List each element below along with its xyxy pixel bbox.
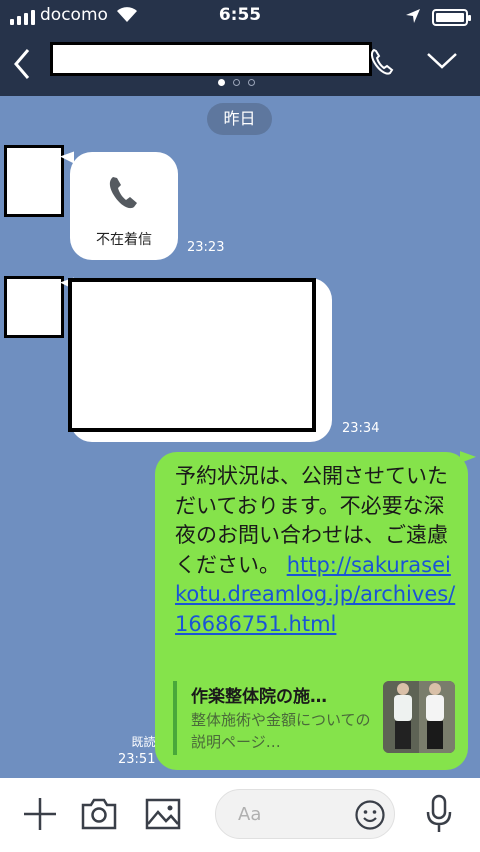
- battery-icon: [432, 9, 471, 26]
- emoji-icon[interactable]: [354, 799, 386, 831]
- missed-call-bubble[interactable]: 不在着信: [70, 152, 178, 260]
- missed-call-label: 不在着信: [96, 232, 152, 248]
- message-time: 23:34: [342, 421, 380, 436]
- link-preview-title: 作楽整体院の施…: [191, 687, 327, 707]
- date-label: 昨日: [207, 103, 272, 135]
- read-receipt: 既読 23:51: [118, 735, 156, 767]
- sent-message-bubble[interactable]: 予約状況は、公開させていただいております。不必要な深夜のお問い合わせは、ご遠慮く…: [155, 452, 468, 770]
- redacted-message: [68, 278, 316, 432]
- microphone-icon[interactable]: [424, 794, 454, 834]
- plus-icon[interactable]: [22, 796, 58, 832]
- input-bar: Aa: [0, 778, 480, 852]
- status-bar: docomo 6:55: [0, 0, 480, 34]
- avatar[interactable]: [4, 145, 64, 217]
- camera-icon[interactable]: [80, 796, 118, 832]
- back-icon[interactable]: [8, 44, 38, 84]
- page-indicator: [218, 79, 255, 86]
- phone-icon: [109, 177, 137, 209]
- link-preview-card[interactable]: 作楽整体院の施… 整体施術や金額についての説明ページ…: [173, 681, 455, 755]
- chevron-down-icon[interactable]: [425, 50, 459, 72]
- avatar[interactable]: [4, 276, 64, 338]
- image-icon[interactable]: [144, 796, 182, 832]
- link-preview-thumbnail: [383, 681, 455, 753]
- contact-name-redacted: [50, 42, 372, 76]
- message-input[interactable]: Aa: [215, 789, 395, 839]
- message-text: 予約状況は、公開させていただいております。不必要な深夜のお問い合わせは、ご遠慮く…: [175, 464, 456, 636]
- link-preview-description: 整体施術や金額についての説明ページ…: [191, 711, 371, 751]
- message-time: 23:23: [187, 240, 225, 255]
- input-placeholder: Aa: [238, 804, 262, 825]
- chat-header: docomo 6:55: [0, 0, 480, 96]
- phone-icon[interactable]: [368, 46, 398, 78]
- location-icon: [406, 9, 420, 23]
